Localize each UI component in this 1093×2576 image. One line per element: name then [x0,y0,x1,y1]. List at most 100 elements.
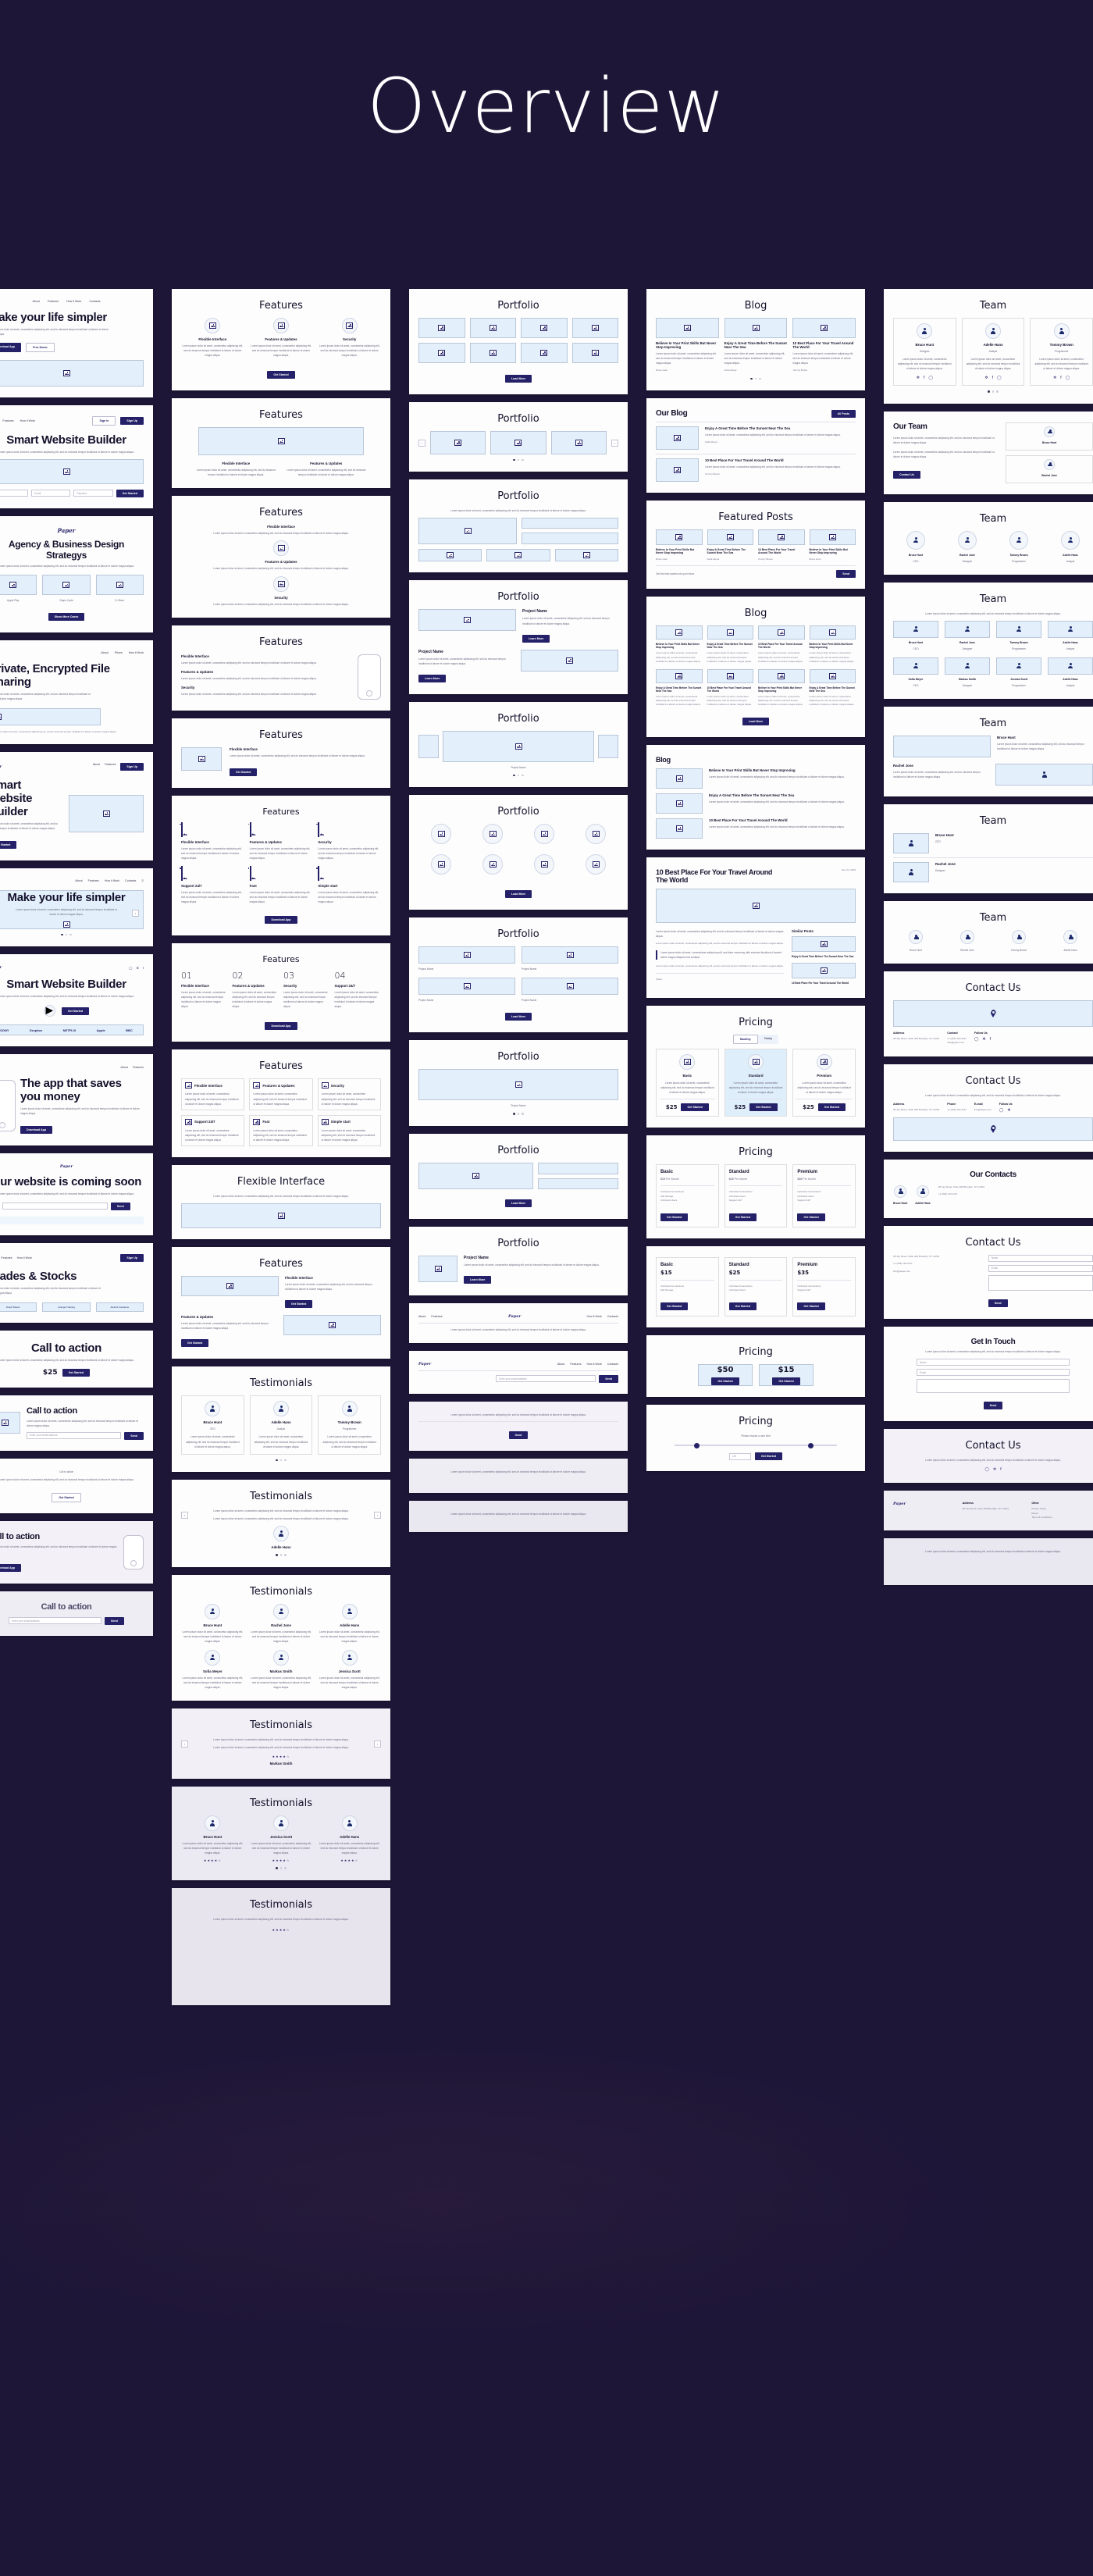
pricing-card[interactable]: Standard $25 Per Month Unlimited Connectio… [724,1163,788,1227]
blog-post[interactable]: Believe In Your Print Skills But Never S… [656,529,703,561]
card-cta-1[interactable]: Call to action Lorem ipsum dolor sit ame… [0,1330,153,1388]
card-features-1[interactable]: Features Flexible Interface Lorem ipsum d… [172,289,390,391]
map[interactable] [893,1000,1093,1028]
testimonial-card[interactable]: Bruce Hunt CEO Lorem ipsum dolor sit amet,… [181,1395,244,1455]
get-started-button[interactable]: Get Started [817,1103,846,1111]
slider-dot[interactable] [513,774,515,777]
testimonial-item[interactable]: Jessica Scott Lorem ipsum dolor sit amet,… [318,1649,381,1690]
slider-dot[interactable] [284,1459,287,1462]
blog-post[interactable]: Enjoy A Great Time Before The Sunset Nea… [809,668,856,707]
download-app-button[interactable]: Download App [0,343,22,353]
contact-us-button[interactable]: Contact Us [893,471,920,479]
name-input[interactable]: Name [917,1359,1070,1366]
nav-how[interactable]: How it Work [587,1315,602,1318]
other-link[interactable]: Terms & Conditions [1031,1516,1093,1520]
testimonial-item[interactable]: Adelle Hans Lorem ipsum dolor sit amet, c… [318,1815,381,1862]
team-item[interactable]: Rachel Jone Designer [945,530,990,564]
slider-dot[interactable] [992,390,995,393]
get-started-button[interactable]: Get Started [660,1302,689,1311]
card-testimonials-1[interactable]: Testimonials Bruce Hunt CEO Lorem ipsum do… [172,1366,390,1473]
portfolio-circle[interactable] [482,854,503,875]
team-item[interactable]: Adelle Hans Analyst [1048,657,1093,688]
blog-post[interactable]: 10 Best Place For Your Travel Around The… [792,318,856,373]
get-started-button[interactable]: Get Started [711,1377,739,1385]
feature-item[interactable]: Flexible Interface Lorem ipsum dolor sit … [194,461,279,477]
card-hero-4[interactable]: About Prices How it Work Private, Encryp… [0,640,153,744]
download-app-button[interactable]: Download App [0,1564,22,1573]
card-footer-5[interactable]: Lorem ipsum dolor sit amet, consectetur … [409,1501,628,1533]
slider-dot[interactable] [759,377,761,380]
card-hero-3[interactable]: Paper Agency & Business Design Strategys… [0,516,153,633]
tab-fixed-shares[interactable]: Fixed Shares [0,1302,37,1312]
slider-dot[interactable] [279,1459,283,1462]
load-more-button[interactable]: Load More [742,717,770,725]
carousel-next-button[interactable]: › [611,439,618,447]
card-blog-list[interactable]: Blog Believe In Your Print Skills But Ne… [646,744,865,850]
card-team-grid[interactable]: Team Lorem ipsum dolor sit amet, consect… [884,582,1093,700]
blog-post[interactable]: 10 Best Place For Your Travel Around The… [758,529,805,561]
card-cta-3[interactable]: Call to action Lorem ipsum dolor sit ame… [0,1458,153,1513]
get-started-button[interactable]: Get Started [728,1213,757,1221]
navbar[interactable]: Paper ◯ ✲ f [0,965,144,970]
portfolio-tile[interactable] [598,734,618,758]
learn-more-button[interactable]: Learn More [418,674,447,682]
get-started-button[interactable]: Get Started [61,1007,90,1015]
slider-dot[interactable] [996,390,999,393]
instagram-icon[interactable]: ◯ [997,376,1002,380]
load-more-button[interactable]: Load More [504,375,532,383]
blog-post[interactable]: Enjoy A Great Time Before The Sunset Nea… [656,668,703,707]
blog-post[interactable]: Enjoy A Great Time Before The Sunset Nea… [724,318,788,373]
portfolio-tile[interactable] [418,318,465,338]
portfolio-tile[interactable] [554,549,618,562]
navbar[interactable]: About Features How it Work Contacts [0,300,144,303]
hero-slider[interactable]: Make your life simpler Lorem ipsum dolor… [0,889,144,929]
card-portfolio-5[interactable]: Portfolio Project Name [409,701,628,788]
upload-box[interactable] [0,707,101,725]
portfolio-tile[interactable] [550,431,607,454]
slider-next-button[interactable]: › [132,909,139,917]
learn-more-button[interactable]: Learn More [464,1275,492,1284]
pricing-card[interactable]: Standard Lorem ipsum dolor sit amet, cons… [724,1048,788,1117]
card-footer-2[interactable]: Paper About Features How it Work Contacts En… [409,1351,628,1395]
card-pricing-slider[interactable]: Pricing Please choose a user limit 125 G… [646,1405,865,1472]
portfolio-circle[interactable] [534,824,554,845]
portfolio-item[interactable]: Project Name [522,946,618,971]
team-item[interactable]: Tommy Brown Programmer [996,530,1041,564]
nav-features[interactable]: Features [1,1256,12,1259]
team-card[interactable]: Adelle Hans Analyst Lorem ipsum dolor sit … [961,318,1025,387]
portfolio-tile[interactable] [490,431,546,454]
twitter-icon[interactable]: ✲ [984,376,988,380]
user-count-input[interactable]: 125 [728,1452,751,1460]
team-item[interactable]: Bruce Hunt CEO [893,530,938,564]
slider-handle[interactable] [807,1442,814,1448]
card-portfolio-1[interactable]: Portfolio Load More [409,289,628,394]
load-more-button[interactable]: Load More [504,1199,532,1207]
facebook-icon[interactable]: f [992,376,993,380]
card-our-contacts[interactable]: Our Contacts Bruce Hunt Adelle Hans 38 J… [884,1159,1093,1218]
feature-box[interactable]: Fast Lorem ipsum dolor sit amet, consecte… [249,1114,313,1146]
nav-about[interactable]: About [418,1315,425,1318]
team-item[interactable]: Adelle Hans Analyst [1048,620,1093,651]
get-started-button[interactable]: Get Started [728,1302,757,1311]
sign-up-button[interactable]: Sign Up [120,1254,144,1263]
portfolio-tile[interactable] [469,343,516,363]
get-started-button[interactable]: Get Started [285,1300,313,1309]
blog-post[interactable]: Believe In Your Print Skills But Never S… [656,625,703,664]
free-demo-button[interactable]: Free Demo [26,343,55,353]
team-item[interactable]: Adelle Hans [1048,930,1093,953]
contact-person[interactable]: Adelle Hans [915,1185,931,1207]
card-blog-article[interactable]: 10 Best Place For Your Travel Around The… [646,857,865,998]
team-card[interactable]: Tommy Brown Programmer Lorem ipsum dolor s… [1030,318,1093,387]
download-app-button[interactable]: Download App [265,1022,297,1031]
navbar[interactable]: About Prices How it Work [0,651,144,654]
carousel-next-button[interactable]: › [374,1511,381,1519]
feature-box[interactable]: Support 24/7 Lorem ipsum dolor sit amet, … [181,1114,245,1146]
portfolio-tile[interactable] [418,549,482,562]
payment-field[interactable]: Payment [73,490,113,497]
navbar[interactable]: About Features How it Work Contacts ⚲ [0,879,144,882]
card-features-4[interactable]: Features Flexible Interface Lorem ipsum … [172,625,390,711]
card-get-in-touch[interactable]: Get In Touch Lorem ipsum dolor sit amet,… [884,1326,1093,1422]
contact-person[interactable]: Bruce Hunt [893,1185,907,1207]
instagram-icon[interactable]: ◯ [928,376,933,380]
card-features-two-up[interactable]: Features Flexible Interface Lorem ipsum d… [172,1247,390,1359]
